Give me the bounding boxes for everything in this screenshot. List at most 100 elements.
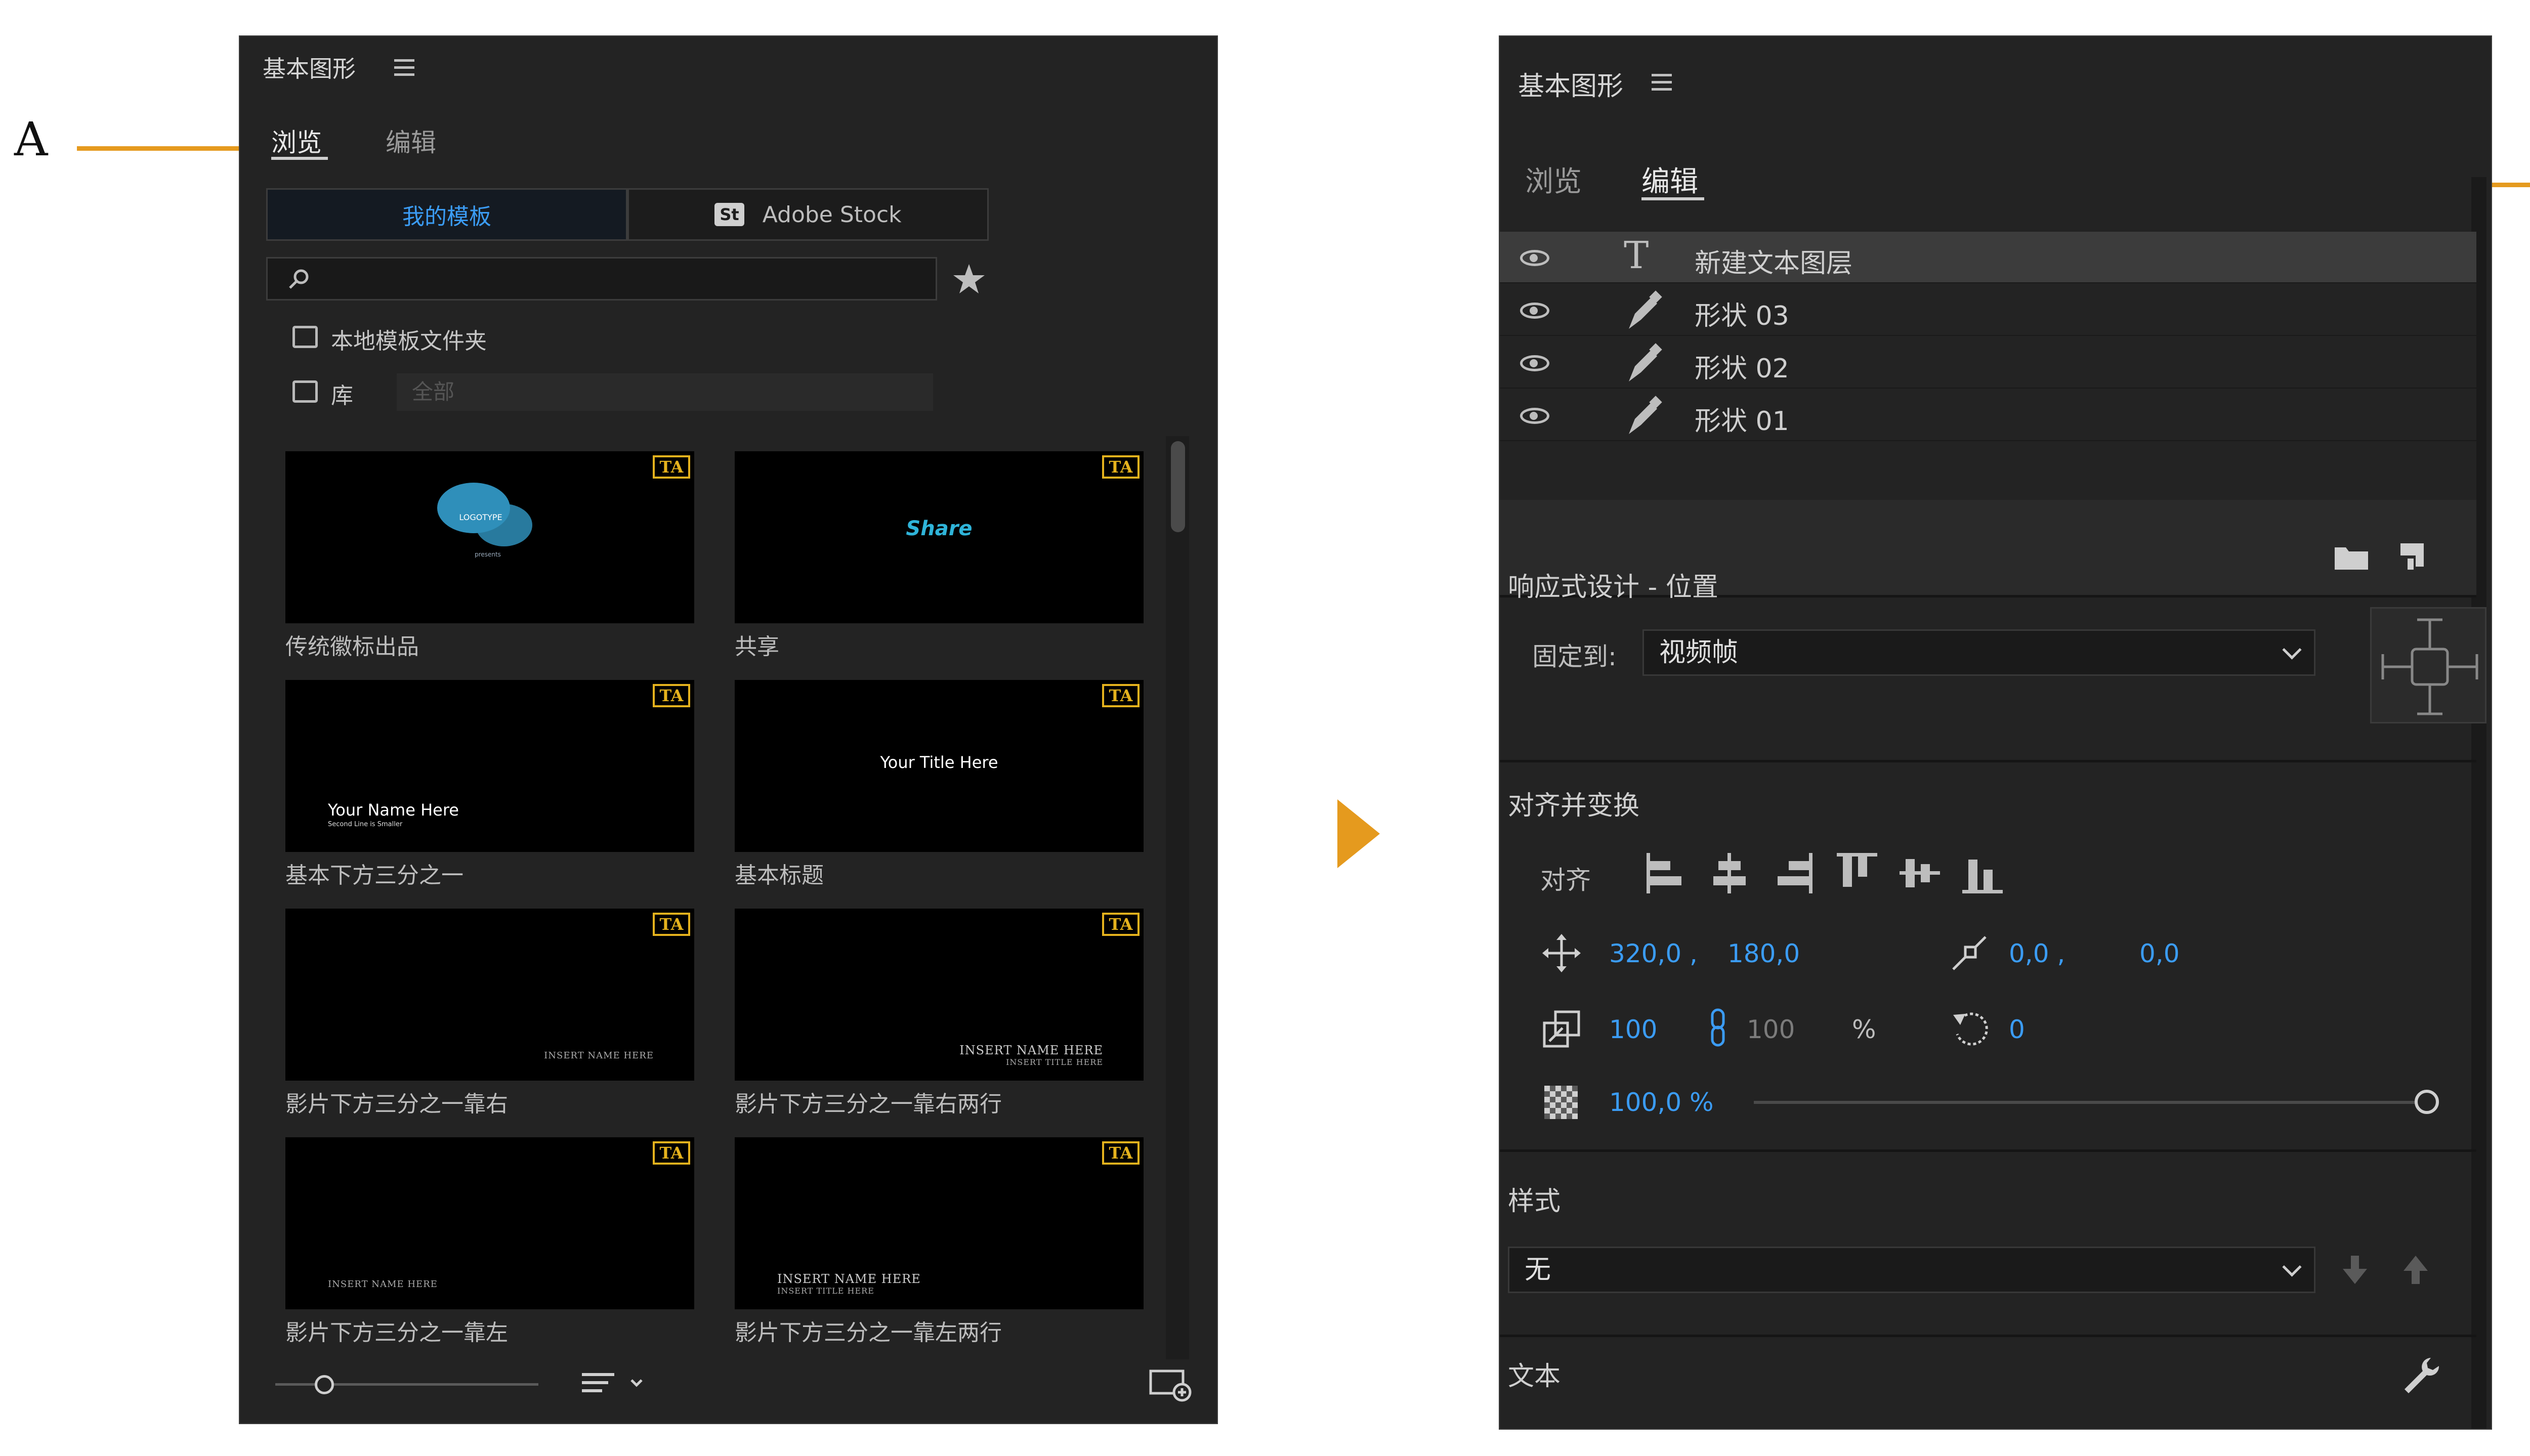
align-top-icon[interactable] — [1837, 853, 1877, 893]
template-thumb-5[interactable]: Insert Name Here TA — [285, 909, 694, 1081]
template-thumb-4[interactable]: Your Title Here TA — [735, 680, 1144, 852]
link-chain-icon[interactable] — [1708, 1008, 1728, 1048]
pin-widget[interactable] — [2370, 607, 2486, 723]
hamburger-icon[interactable] — [1652, 74, 1672, 95]
text-animation-badge: TA — [653, 684, 690, 707]
thumb-text: Your Title Here — [880, 753, 998, 772]
active-tab-underline — [271, 157, 328, 160]
sort-lines-icon[interactable] — [582, 1371, 648, 1396]
template-thumb-6[interactable]: Insert Name Here Insert Title Here TA — [735, 909, 1144, 1081]
visibility-eye-icon[interactable] — [1520, 408, 1549, 424]
local-folder-label: 本地模板文件夹 — [331, 328, 487, 354]
push-up-arrow-icon[interactable] — [2400, 1254, 2431, 1286]
panel-title: 基本图形 — [263, 55, 356, 82]
my-templates-tab[interactable]: 我的模板 — [266, 188, 627, 241]
template-label-1: 传统徽标出品 — [285, 634, 419, 660]
text-animation-badge: TA — [1102, 913, 1140, 936]
active-tab-underline — [1641, 197, 1704, 200]
library-dropdown: 全部 — [397, 373, 933, 411]
rotation-icon — [1953, 1012, 1988, 1046]
pin-to-dropdown[interactable]: 视频帧 — [1642, 629, 2315, 676]
wrench-icon[interactable] — [2400, 1355, 2441, 1395]
anchor-x-value[interactable]: 0,0 , — [2009, 939, 2065, 968]
layer-row-shape-02[interactable]: 形状 02 — [1500, 337, 2476, 389]
library-dropdown-value: 全部 — [412, 379, 455, 404]
visibility-eye-icon[interactable] — [1520, 303, 1549, 319]
align-left-icon[interactable] — [1647, 853, 1683, 893]
style-dropdown[interactable]: 无 — [1508, 1247, 2315, 1293]
anchor-y-value[interactable]: 0,0 — [2139, 939, 2180, 968]
text-animation-badge: TA — [653, 1141, 690, 1165]
template-label-4: 基本标题 — [735, 863, 824, 888]
local-folder-checkbox[interactable] — [292, 326, 318, 348]
pin-edges-icon — [2381, 618, 2478, 715]
anchor-point-icon — [1952, 936, 1987, 970]
style-title: 样式 — [1508, 1186, 1561, 1217]
opacity-slider-track[interactable] — [1754, 1101, 2427, 1104]
library-checkbox[interactable] — [292, 380, 318, 403]
tab-browse[interactable]: 浏览 — [1525, 159, 1582, 200]
thumb-text: Insert Name Here — [777, 1272, 921, 1286]
align-bottom-icon[interactable] — [1962, 853, 2003, 893]
chevron-down-icon — [2282, 1257, 2302, 1277]
new-graphic-icon[interactable] — [1149, 1367, 1194, 1402]
star-icon[interactable] — [952, 263, 986, 294]
template-label-2: 共享 — [735, 634, 779, 660]
visibility-eye-icon[interactable] — [1520, 355, 1549, 371]
tab-edit[interactable]: 编辑 — [386, 122, 436, 159]
folder-icon[interactable] — [2334, 542, 2369, 571]
push-down-arrow-icon[interactable] — [2340, 1254, 2370, 1286]
template-label-8: 影片下方三分之一靠左两行 — [735, 1320, 1002, 1346]
text-animation-badge: TA — [1102, 1141, 1140, 1165]
template-thumb-7[interactable]: Insert Name Here TA — [285, 1137, 694, 1309]
visibility-eye-icon[interactable] — [1520, 250, 1549, 266]
opacity-slider-handle[interactable] — [2415, 1090, 2439, 1114]
template-thumb-1[interactable]: LOGOTYPE presents TA — [285, 451, 694, 623]
scrollbar-track[interactable] — [1166, 436, 1189, 1359]
style-value: 无 — [1525, 1255, 1551, 1285]
adobe-stock-tab[interactable]: St Adobe Stock — [627, 188, 989, 241]
responsive-design-title: 响应式设计 - 位置 — [1508, 572, 1718, 603]
rotation-value[interactable]: 0 — [2009, 1015, 2025, 1044]
layer-name: 新建文本图层 — [1695, 248, 1853, 279]
template-label-6: 影片下方三分之一靠右两行 — [735, 1091, 1002, 1117]
pen-icon — [1629, 396, 1662, 434]
library-label: 库 — [331, 383, 353, 409]
template-thumb-3[interactable]: Your Name Here Second Line is Smaller TA — [285, 680, 694, 852]
layer-name: 形状 01 — [1695, 406, 1789, 437]
search-input[interactable] — [266, 257, 937, 301]
template-label-3: 基本下方三分之一 — [285, 863, 463, 888]
layer-name: 形状 03 — [1695, 301, 1789, 331]
opacity-value[interactable]: 100,0 % — [1609, 1088, 1714, 1117]
align-center-h-icon[interactable] — [1711, 853, 1748, 893]
pin-to-value: 视频帧 — [1659, 637, 1739, 668]
layer-row-text[interactable]: T 新建文本图层 — [1500, 232, 2476, 283]
scale-icon — [1543, 1010, 1580, 1048]
template-label-7: 影片下方三分之一靠左 — [285, 1320, 508, 1346]
tab-browse[interactable]: 浏览 — [271, 122, 322, 159]
new-layer-icon[interactable] — [2395, 541, 2426, 572]
scale-value[interactable]: 100 — [1609, 1015, 1657, 1044]
zoom-slider-handle[interactable] — [315, 1375, 334, 1394]
section-divider — [1500, 760, 2476, 762]
position-x-value[interactable]: 320,0 , — [1609, 939, 1698, 968]
pen-icon — [1629, 290, 1662, 329]
position-y-value[interactable]: 180,0 — [1727, 939, 1800, 968]
tab-edit[interactable]: 编辑 — [1641, 159, 1698, 200]
layer-row-shape-01[interactable]: 形状 01 — [1500, 390, 2476, 441]
thumb-text: Insert Name Here — [328, 1279, 438, 1290]
template-thumb-2[interactable]: Share TA — [735, 451, 1144, 623]
layer-name: 形状 02 — [1695, 354, 1789, 384]
align-transform-title: 对齐并变换 — [1508, 791, 1640, 821]
thumb-text: LOGOTYPE — [459, 512, 502, 522]
template-thumb-8[interactable]: Insert Name Here Insert Title Here TA — [735, 1137, 1144, 1309]
thumb-text: Insert Name Here — [544, 1050, 654, 1061]
layer-row-shape-03[interactable]: 形状 03 — [1500, 284, 2476, 336]
hamburger-icon[interactable] — [394, 59, 414, 80]
position-move-icon — [1542, 934, 1581, 972]
align-middle-v-icon[interactable] — [1900, 853, 1940, 893]
align-right-icon[interactable] — [1776, 853, 1812, 893]
section-divider — [1500, 1149, 2476, 1152]
text-layer-icon: T — [1624, 234, 1649, 277]
scrollbar-thumb[interactable] — [1171, 441, 1185, 532]
